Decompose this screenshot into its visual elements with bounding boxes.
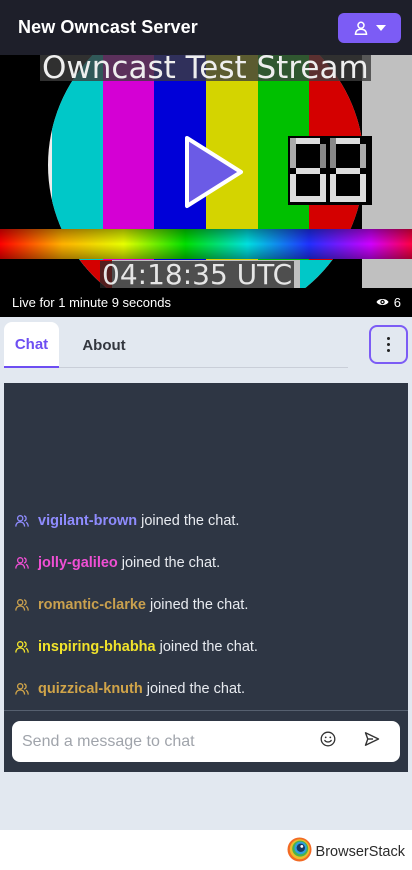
users-icon — [15, 683, 29, 695]
chat-message-input[interactable] — [22, 732, 316, 751]
chat-messages[interactable]: vigilant-brown joined the chat. jolly-ga… — [4, 500, 408, 710]
send-button[interactable] — [360, 730, 384, 754]
chat-input-divider — [4, 710, 408, 711]
stream-overlay-time: 04:18:35 UTC — [100, 258, 295, 288]
tab-about[interactable]: About — [72, 322, 136, 368]
chat-input-box — [12, 721, 400, 762]
viewer-count: 6 — [376, 295, 401, 310]
pattern-clock-box — [288, 136, 372, 205]
user-menu-button[interactable] — [338, 12, 401, 43]
chat-panel: vigilant-brown joined the chat. jolly-ga… — [4, 383, 408, 772]
stream-status-bar: Live for 1 minute 9 seconds 6 — [0, 288, 412, 317]
live-duration: Live for 1 minute 9 seconds — [12, 295, 171, 310]
chat-message-text: joined the chat. — [146, 681, 246, 697]
page: New Owncast Server Owncast Test Stream 0… — [0, 0, 412, 870]
chat-username[interactable]: quizzical-knuth — [38, 681, 143, 697]
chat-message: vigilant-brown joined the chat. — [4, 500, 408, 542]
server-title: New Owncast Server — [18, 17, 198, 37]
chat-username[interactable]: jolly-galileo — [38, 555, 118, 571]
viewer-count-value: 6 — [393, 295, 401, 310]
browserstack-logo-icon — [287, 837, 312, 867]
chat-message-text: joined the chat. — [159, 639, 258, 655]
users-icon — [15, 641, 29, 653]
browserstack-badge: BrowserStack — [287, 837, 405, 867]
chat-message-text: joined the chat. — [121, 555, 221, 571]
smile-icon — [320, 731, 336, 752]
emoji-button[interactable] — [316, 730, 340, 754]
send-icon — [364, 731, 380, 752]
more-options-button[interactable] — [369, 325, 408, 364]
eye-icon — [376, 295, 389, 310]
chat-message: inspiring-bhabha joined the chat. — [4, 626, 408, 668]
tab-chat[interactable]: Chat — [4, 322, 59, 368]
users-icon — [15, 599, 29, 611]
chat-username[interactable]: inspiring-bhabha — [38, 639, 156, 655]
chat-username[interactable]: vigilant-brown — [38, 513, 137, 529]
chat-message-text: joined the chat. — [150, 597, 249, 613]
stream-overlay-title: Owncast Test Stream — [40, 55, 371, 86]
top-header: New Owncast Server — [0, 0, 412, 55]
browserstack-brand-text: BrowserStack — [315, 844, 405, 860]
chat-message: jolly-galileo joined the chat. — [4, 542, 408, 584]
video-player[interactable]: Owncast Test Stream 04:18:35 UTC — [0, 55, 412, 288]
footer: BrowserStack — [0, 830, 412, 870]
chat-username[interactable]: romantic-clarke — [38, 597, 146, 613]
content-tabs: Chat About — [0, 317, 412, 383]
chat-message-text: joined the chat. — [141, 513, 240, 529]
user-icon — [354, 21, 368, 35]
users-icon — [15, 515, 29, 527]
caret-down-icon — [375, 24, 386, 31]
chat-message: romantic-clarke joined the chat. — [4, 584, 408, 626]
users-icon — [15, 557, 29, 569]
chat-message: quizzical-knuth joined the chat. — [4, 668, 408, 710]
